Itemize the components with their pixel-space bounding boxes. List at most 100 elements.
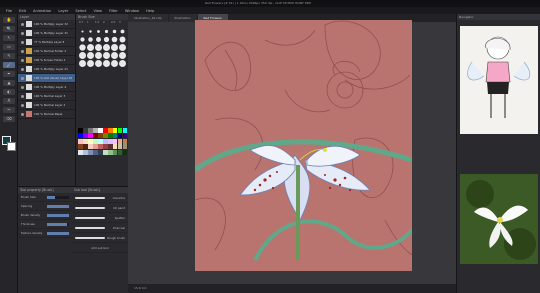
- selection-tool-button[interactable]: ▭: [3, 44, 15, 50]
- pen-tool-button[interactable]: ✎: [3, 53, 15, 59]
- color-swatch[interactable]: [92, 138, 98, 144]
- color-swatch[interactable]: [82, 144, 88, 150]
- eye-icon[interactable]: [21, 22, 24, 26]
- color-swatch[interactable]: [87, 138, 93, 144]
- color-swatch[interactable]: [112, 149, 118, 155]
- color-swatch[interactable]: [117, 138, 123, 144]
- menu-window[interactable]: Window: [125, 9, 139, 13]
- brush-size-preset[interactable]: [88, 37, 93, 42]
- color-swatch[interactable]: [82, 138, 88, 144]
- color-swatch[interactable]: [102, 133, 108, 139]
- color-swatch[interactable]: [112, 133, 118, 139]
- text-tool-button[interactable]: A: [3, 98, 15, 104]
- sub-tool-item[interactable]: Rough brush: [72, 233, 128, 243]
- eye-icon[interactable]: [21, 94, 24, 98]
- color-swatch[interactable]: [122, 128, 128, 133]
- color-swatch[interactable]: [97, 138, 103, 144]
- color-swatch[interactable]: [97, 128, 103, 133]
- color-indicator[interactable]: [0, 134, 18, 174]
- color-swatch[interactable]: [102, 144, 108, 150]
- color-swatch[interactable]: [92, 149, 98, 155]
- eye-icon[interactable]: [21, 40, 24, 44]
- drawing-canvas[interactable]: [195, 20, 412, 271]
- eye-icon[interactable]: [21, 49, 24, 53]
- menu-layer[interactable]: Layer: [58, 9, 68, 13]
- brush-size-preset[interactable]: [119, 60, 126, 67]
- color-swatch[interactable]: [78, 133, 83, 139]
- color-swatch[interactable]: [87, 128, 93, 133]
- property-slider[interactable]: [47, 231, 69, 235]
- property-row[interactable]: Brush density: [18, 211, 72, 220]
- layer-row[interactable]: 100 % Normal Paper: [18, 110, 75, 119]
- sub-tool-item[interactable]: Oil paint: [72, 203, 128, 213]
- reference-image-lily-photo[interactable]: [460, 174, 538, 264]
- color-swatch[interactable]: [112, 128, 118, 133]
- blend-tool-button[interactable]: ◐: [3, 89, 15, 95]
- property-row[interactable]: Texture density: [18, 229, 72, 238]
- brush-size-preset[interactable]: [103, 36, 110, 43]
- brush-size-preset[interactable]: [95, 52, 102, 59]
- pencil-tool-button[interactable]: ✒: [3, 71, 15, 77]
- menu-edit[interactable]: Edit: [19, 9, 26, 13]
- reference-image-character[interactable]: [460, 26, 538, 134]
- eraser-tool-button[interactable]: ⌫: [3, 116, 15, 122]
- zoom-tool-button[interactable]: 🔍: [3, 26, 15, 32]
- eye-icon[interactable]: [21, 85, 24, 89]
- brush-size-preset[interactable]: [87, 52, 94, 59]
- menu-help[interactable]: Help: [146, 9, 154, 13]
- property-slider[interactable]: [47, 222, 69, 226]
- brush-size-preset[interactable]: [111, 36, 118, 43]
- brush-size-preset[interactable]: [81, 30, 84, 33]
- layer-row[interactable]: 100 % Multiply Layer 31: [18, 29, 75, 38]
- brush-size-preset[interactable]: [112, 29, 117, 34]
- color-swatch[interactable]: [78, 144, 83, 150]
- color-swatch[interactable]: [92, 128, 98, 133]
- document-tab[interactable]: Illustration_10.clip: [128, 14, 168, 22]
- color-swatch[interactable]: [87, 133, 93, 139]
- color-swatch[interactable]: [122, 149, 128, 155]
- brush-size-preset[interactable]: [87, 60, 94, 67]
- eye-icon[interactable]: [21, 76, 24, 80]
- color-swatch[interactable]: [107, 138, 113, 144]
- color-swatch[interactable]: [117, 128, 123, 133]
- layer-row-selected[interactable]: 100 % Add (Glow) Layer 20: [18, 74, 75, 83]
- brush-size-preset[interactable]: [95, 60, 102, 67]
- brush-size-preset[interactable]: [111, 44, 118, 51]
- property-row[interactable]: Brush Size: [18, 193, 72, 202]
- property-row[interactable]: Thickness: [18, 220, 72, 229]
- cut-tool-button[interactable]: ✂: [3, 107, 15, 113]
- eye-icon[interactable]: [21, 58, 24, 62]
- color-swatch[interactable]: [92, 133, 98, 139]
- brush-size-preset[interactable]: [97, 30, 100, 33]
- layer-row[interactable]: 100 % Screen Folder 1: [18, 56, 75, 65]
- color-swatch[interactable]: [122, 138, 128, 144]
- eye-icon[interactable]: [21, 103, 24, 107]
- color-swatch[interactable]: [82, 133, 88, 139]
- color-swatch[interactable]: [97, 149, 103, 155]
- menu-view[interactable]: View: [93, 9, 102, 13]
- brush-size-preset[interactable]: [96, 37, 101, 42]
- color-swatch[interactable]: [97, 133, 103, 139]
- eye-icon[interactable]: [21, 31, 24, 35]
- brush-size-preset[interactable]: [79, 52, 86, 59]
- color-swatch[interactable]: [102, 128, 108, 133]
- color-swatch[interactable]: [117, 149, 123, 155]
- brush-size-preset[interactable]: [111, 60, 118, 67]
- hand-tool-button[interactable]: ✋: [3, 17, 15, 23]
- brush-size-preset[interactable]: [87, 44, 94, 51]
- layer-row[interactable]: 100 % Normal Layer 2: [18, 101, 75, 110]
- layer-row[interactable]: 77 % Multiply Layer 8: [18, 38, 75, 47]
- brush-size-preset[interactable]: [120, 29, 125, 34]
- eye-icon[interactable]: [21, 67, 24, 71]
- brush-size-preset[interactable]: [119, 36, 126, 43]
- brush-size-preset[interactable]: [103, 52, 110, 59]
- color-swatch[interactable]: [107, 133, 113, 139]
- brush-size-preset[interactable]: [104, 29, 109, 34]
- fill-tool-button[interactable]: ▲: [3, 80, 15, 86]
- property-slider[interactable]: [47, 204, 69, 208]
- layer-row[interactable]: 100 % Multiply Layer 32: [18, 20, 75, 29]
- brush-size-preset[interactable]: [111, 52, 118, 59]
- color-swatch[interactable]: [78, 149, 83, 155]
- brush-size-preset[interactable]: [95, 44, 102, 51]
- add-sub-tool-button[interactable]: Add sub tool: [72, 243, 128, 253]
